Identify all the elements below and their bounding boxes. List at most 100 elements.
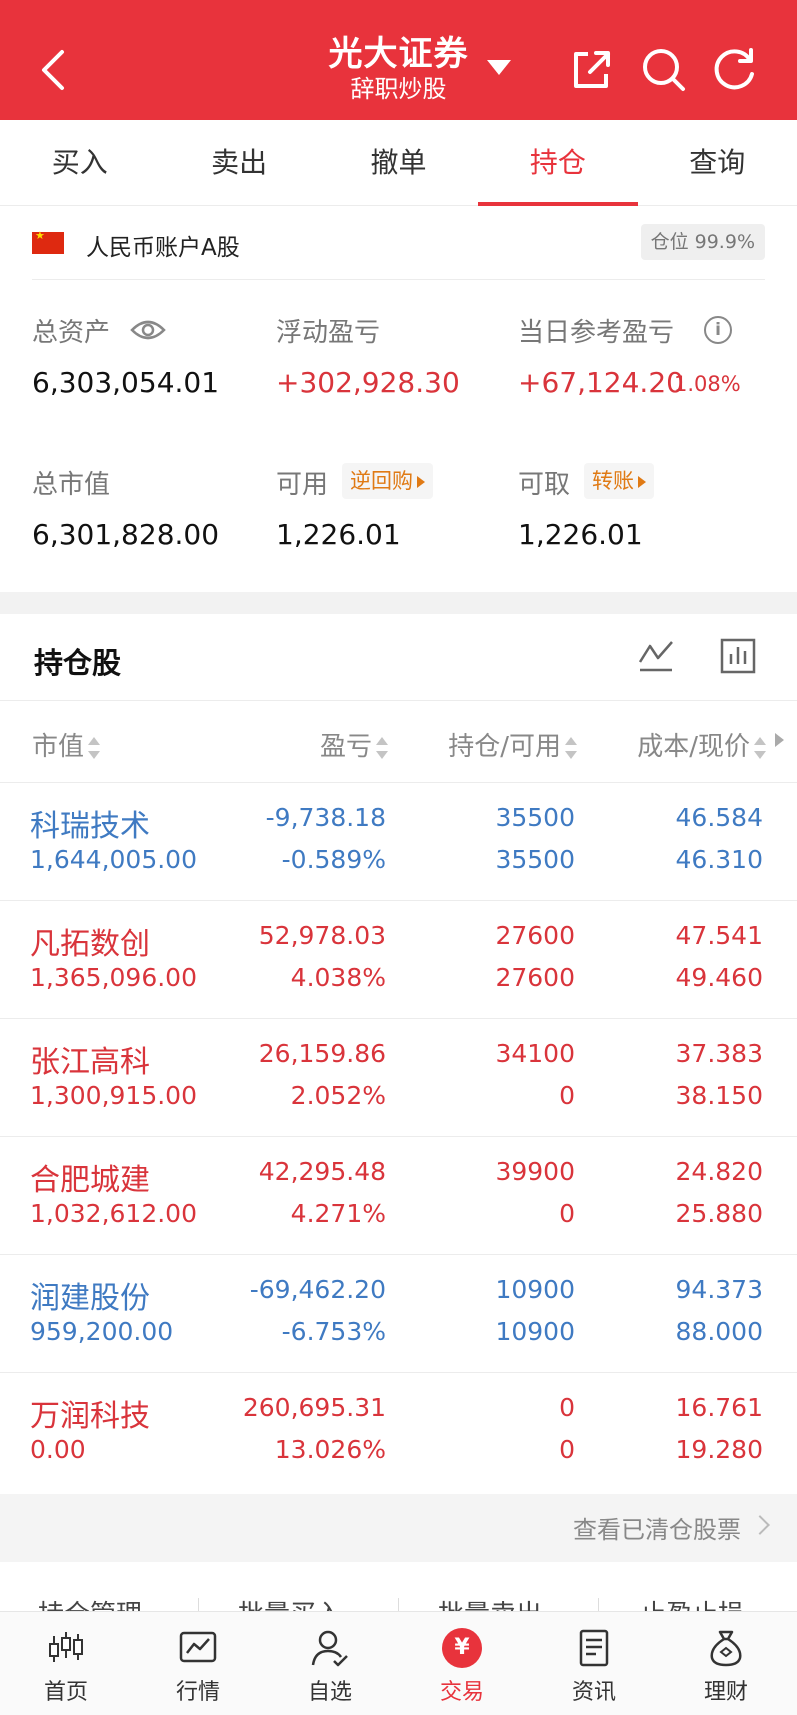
- candlestick-icon: [49, 1632, 83, 1662]
- cleared-stocks-link[interactable]: 查看已清仓股票: [573, 1510, 741, 1545]
- stock-name: 凡拓数创: [30, 927, 150, 962]
- tabbar-market[interactable]: 行情: [132, 1612, 264, 1715]
- col-cost-price-label: 成本/现价: [637, 732, 750, 762]
- stock-cost: 16.761: [675, 1393, 763, 1422]
- reverse-repo-button[interactable]: 逆回购: [342, 463, 433, 499]
- sort-icon: [376, 736, 388, 759]
- stock-cost: 37.383: [675, 1039, 763, 1068]
- bar-chart-icon[interactable]: [718, 636, 758, 676]
- eye-icon[interactable]: [130, 318, 166, 342]
- trade-tabs: 买入 卖出 撤单 持仓 查询: [0, 120, 797, 206]
- stock-avail: 10900: [495, 1317, 575, 1346]
- stock-cost: 46.584: [675, 803, 763, 832]
- dropdown-caret-icon[interactable]: [487, 60, 511, 75]
- triangle-right-icon: [638, 476, 646, 488]
- withdrawable-value: 1,226.01: [518, 518, 643, 551]
- stock-market-value: 1,300,915.00: [30, 1081, 197, 1110]
- tab-sell[interactable]: 卖出: [159, 120, 318, 205]
- col-hold-avail-label: 持仓/可用: [448, 732, 561, 762]
- tab-query[interactable]: 查询: [638, 120, 797, 205]
- chevron-right-icon: [750, 1515, 770, 1535]
- market-value-label: 总市值: [32, 470, 111, 500]
- position-ratio-badge: 仓位 99.9%: [640, 224, 765, 260]
- share-icon[interactable]: [568, 46, 614, 92]
- cleared-stocks-bar[interactable]: 查看已清仓股票: [0, 1494, 797, 1562]
- day-pl-value: +67,124.20: [518, 366, 684, 399]
- stock-price: 25.880: [675, 1199, 763, 1228]
- stock-pl: -69,462.20: [249, 1275, 386, 1304]
- more-columns-icon[interactable]: [775, 733, 784, 747]
- total-assets-value: 6,303,054.01: [32, 366, 220, 399]
- stock-hold: 0: [559, 1393, 575, 1422]
- withdrawable-label: 可取: [518, 470, 571, 500]
- sort-icon: [565, 736, 577, 759]
- total-assets-label: 总资产: [32, 318, 111, 348]
- col-hold-avail[interactable]: 持仓/可用: [448, 726, 577, 763]
- stock-hold: 39900: [495, 1157, 575, 1186]
- stock-name: 合肥城建: [30, 1163, 150, 1198]
- float-pl-value: +302,928.30: [276, 366, 460, 399]
- batch-buy-button[interactable]: 批量买入: [238, 1594, 342, 1612]
- sort-icon: [88, 736, 101, 759]
- tabbar-wealth[interactable]: 理财: [660, 1612, 792, 1715]
- tabbar-market-label: 行情: [175, 1680, 220, 1705]
- batch-sell-button[interactable]: 批量卖出: [438, 1594, 542, 1612]
- tabbar-watchlist[interactable]: 自选: [264, 1612, 396, 1715]
- tabbar-home[interactable]: 首页: [0, 1612, 132, 1715]
- transfer-button[interactable]: 转账: [584, 463, 654, 499]
- available-value: 1,226.01: [276, 518, 401, 551]
- tabbar-news[interactable]: 资讯: [528, 1612, 660, 1715]
- table-row[interactable]: 万润科技 0.00 260,695.31 13.026% 0 0 16.761 …: [0, 1372, 797, 1490]
- stock-price: 49.460: [675, 963, 763, 992]
- chart-icon: [179, 1631, 217, 1663]
- refresh-icon[interactable]: [712, 46, 758, 92]
- tab-buy[interactable]: 买入: [0, 120, 159, 205]
- table-row[interactable]: 润建股份 959,200.00 -69,462.20 -6.753% 10900…: [0, 1254, 797, 1372]
- table-row[interactable]: 合肥城建 1,032,612.00 42,295.48 4.271% 39900…: [0, 1136, 797, 1254]
- manage-positions-button[interactable]: 持仓管理: [38, 1594, 142, 1612]
- col-market-value[interactable]: 市值: [32, 726, 101, 763]
- stock-pl-percent: 4.271%: [290, 1199, 386, 1228]
- yuan-icon: ¥: [442, 1628, 482, 1668]
- stock-pl: 260,695.31: [242, 1393, 386, 1422]
- stock-name: 科瑞技术: [30, 809, 150, 844]
- tabbar-news-label: 资讯: [571, 1680, 616, 1705]
- stock-price: 38.150: [675, 1081, 763, 1110]
- day-pl-percent: 1.08%: [674, 372, 741, 396]
- day-pl-label: 当日参考盈亏: [518, 318, 675, 348]
- col-pl[interactable]: 盈亏: [320, 726, 388, 763]
- tab-cancel-order[interactable]: 撤单: [319, 120, 478, 205]
- account-row: 人民币账户A股 仓位 99.9%: [32, 224, 765, 280]
- tab-positions[interactable]: 持仓: [478, 120, 638, 206]
- stock-avail: 0: [559, 1435, 575, 1464]
- tabbar-watchlist-label: 自选: [307, 1680, 352, 1705]
- top-header: 光大证券 辞职炒股: [0, 0, 797, 120]
- sort-icon: [754, 736, 766, 759]
- stock-pl: -9,738.18: [265, 803, 386, 832]
- tabbar-home-label: 首页: [43, 1680, 88, 1705]
- stock-market-value: 1,032,612.00: [30, 1199, 197, 1228]
- divider: [198, 1598, 199, 1612]
- table-row[interactable]: 张江高科 1,300,915.00 26,159.86 2.052% 34100…: [0, 1018, 797, 1136]
- tabbar-trade-label: 交易: [439, 1680, 484, 1705]
- table-row[interactable]: 科瑞技术 1,644,005.00 -9,738.18 -0.589% 3550…: [0, 782, 797, 900]
- col-pl-label: 盈亏: [319, 732, 372, 762]
- line-chart-icon[interactable]: [636, 636, 676, 676]
- stock-market-value: 1,644,005.00: [30, 845, 197, 874]
- stock-pl: 52,978.03: [258, 921, 386, 950]
- stock-pl: 26,159.86: [258, 1039, 386, 1068]
- user-check-icon: [311, 1630, 348, 1667]
- stock-name: 万润科技: [30, 1399, 150, 1434]
- info-icon[interactable]: i: [704, 316, 732, 344]
- stock-pl-percent: -6.753%: [281, 1317, 386, 1346]
- account-label: 人民币账户A股: [86, 235, 240, 261]
- stop-profit-loss-button[interactable]: 止盈止损: [640, 1594, 744, 1612]
- stock-cost: 94.373: [675, 1275, 763, 1304]
- stock-pl-percent: 4.038%: [290, 963, 386, 992]
- col-cost-price[interactable]: 成本/现价: [637, 726, 766, 763]
- money-bag-icon: [710, 1630, 742, 1667]
- table-row[interactable]: 凡拓数创 1,365,096.00 52,978.03 4.038% 27600…: [0, 900, 797, 1018]
- stock-cost: 24.820: [675, 1157, 763, 1186]
- tabbar-trade[interactable]: ¥ 交易: [396, 1612, 528, 1715]
- search-icon[interactable]: [640, 46, 686, 92]
